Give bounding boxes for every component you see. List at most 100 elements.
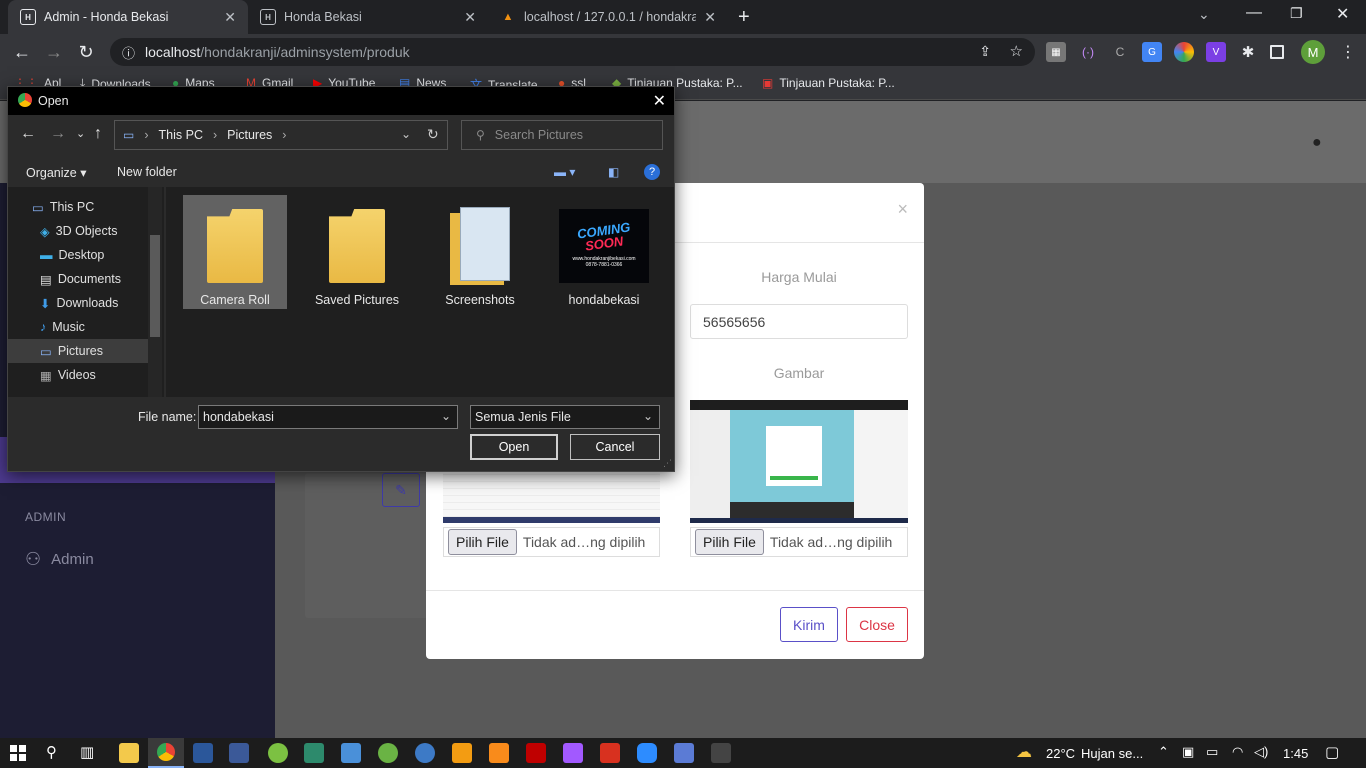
nav-item-desktop[interactable]: ▬ Desktop: [8, 243, 148, 267]
file-type-select[interactable]: Semua Jenis File ⌄: [470, 405, 660, 429]
scrollbar-thumb[interactable]: [150, 235, 160, 337]
word-icon[interactable]: [193, 743, 213, 763]
extension-icon[interactable]: V: [1206, 42, 1226, 62]
nav-item-3d-objects[interactable]: ◈ 3D Objects: [8, 219, 148, 243]
sublime-icon[interactable]: [489, 743, 509, 763]
dialog-back-icon[interactable]: ←: [20, 125, 36, 143]
file-explorer-icon[interactable]: [119, 743, 139, 763]
folder-saved-pictures[interactable]: Saved Pictures: [305, 195, 409, 309]
extension-icon[interactable]: (·): [1078, 42, 1098, 62]
battery-icon[interactable]: ▭: [1206, 744, 1218, 760]
modal-close-x[interactable]: ×: [897, 199, 908, 220]
notification-icon[interactable]: ▢: [1325, 743, 1339, 761]
breadcrumb-this-pc[interactable]: This PC: [159, 128, 203, 142]
search-icon[interactable]: ⚲: [46, 743, 57, 761]
folder-screenshots[interactable]: Screenshots: [428, 195, 532, 309]
share-icon[interactable]: ⇪: [979, 43, 991, 60]
task-view-icon[interactable]: ▥: [80, 743, 94, 761]
nav-item-documents[interactable]: ▤ Documents: [8, 267, 148, 291]
close-button[interactable]: Close: [846, 607, 908, 642]
close-window-icon[interactable]: ✕: [1336, 4, 1349, 24]
tray-chevron-icon[interactable]: ⌃: [1158, 744, 1169, 760]
site-info-icon[interactable]: ⓘ: [122, 43, 135, 62]
view-options-icon[interactable]: ▬ ▾: [554, 165, 575, 179]
app-icon[interactable]: [268, 743, 288, 763]
app-icon[interactable]: [378, 743, 398, 763]
back-icon[interactable]: ←: [8, 34, 36, 70]
close-tab-icon[interactable]: ✕: [224, 9, 236, 26]
weather-icon[interactable]: ☁: [1016, 742, 1032, 762]
avatar[interactable]: M: [1301, 40, 1325, 64]
zoom-icon[interactable]: [637, 743, 657, 763]
file-hondabekasi[interactable]: COMING SOON www.hondakranjibekasi.com 08…: [552, 195, 656, 309]
puzzle-icon[interactable]: ✱: [1238, 42, 1258, 62]
cancel-button[interactable]: Cancel: [570, 434, 660, 460]
edit-icon[interactable]: ✎: [382, 473, 420, 507]
pilih-file-button[interactable]: Pilih File: [448, 529, 517, 555]
clock[interactable]: 1:45: [1283, 746, 1308, 761]
nav-item-videos[interactable]: ▦ Videos: [8, 363, 148, 387]
app-icon[interactable]: [674, 743, 694, 763]
help-icon[interactable]: ?: [644, 164, 660, 180]
close-tab-icon[interactable]: ✕: [464, 9, 476, 26]
chevron-down-icon[interactable]: ⌄: [441, 409, 451, 423]
dropdown-icon[interactable]: ⌄: [401, 127, 411, 141]
app-icon[interactable]: [304, 743, 324, 763]
wifi-icon[interactable]: ◠: [1232, 744, 1243, 760]
tab-phpmyadmin[interactable]: ▲ localhost / 127.0.0.1 / hondakranji ✕: [488, 0, 728, 34]
recent-locations-icon[interactable]: ⌄: [76, 127, 85, 140]
minimize-icon[interactable]: —: [1246, 4, 1262, 22]
address-breadcrumb[interactable]: ▭ › This PC › Pictures › ⌄ ↻: [114, 120, 448, 150]
preview-pane-icon[interactable]: ◧: [608, 165, 619, 179]
volume-icon[interactable]: ◁): [1254, 744, 1268, 760]
calendar-icon[interactable]: [600, 743, 620, 763]
new-folder-button[interactable]: New folder: [117, 165, 177, 179]
app-icon[interactable]: [341, 743, 361, 763]
breadcrumb-pictures[interactable]: Pictures: [227, 128, 272, 142]
harga-input[interactable]: 56565656: [690, 304, 908, 339]
restore-icon[interactable]: ❐: [1290, 5, 1303, 22]
extension-icon[interactable]: C: [1110, 42, 1130, 62]
resize-grip-icon[interactable]: ⋰: [663, 458, 672, 469]
nav-item-downloads[interactable]: ⬇ Downloads: [8, 291, 148, 315]
menu-dots-icon[interactable]: ⋮: [1338, 42, 1358, 62]
nav-item-music[interactable]: ♪ Music: [8, 315, 148, 339]
extension-icon[interactable]: ▦: [1046, 42, 1066, 62]
nav-item-this-pc[interactable]: ▭ This PC: [8, 195, 148, 219]
filezilla-icon[interactable]: [526, 743, 546, 763]
file-name-input[interactable]: hondabekasi ⌄: [198, 405, 458, 429]
bookmark-item[interactable]: ▣ Tinjauan Pustaka: P...: [762, 76, 895, 90]
tab-search-icon[interactable]: ⌄: [1198, 6, 1210, 23]
user-profile-icon[interactable]: ●: [1312, 134, 1322, 152]
windows-start-icon[interactable]: [10, 745, 26, 761]
file-input-2[interactable]: Pilih File Tidak ad…ng dipilih: [690, 527, 908, 557]
organize-button[interactable]: Organize ▾: [26, 165, 86, 180]
chrome-taskbar-active[interactable]: [148, 738, 184, 768]
forward-icon[interactable]: →: [40, 34, 68, 70]
meet-icon[interactable]: ▣: [1182, 744, 1194, 760]
up-folder-icon[interactable]: ↑: [94, 125, 102, 143]
tab-honda-bekasi[interactable]: H Honda Bekasi ✕: [248, 0, 488, 34]
xampp-icon[interactable]: [452, 743, 472, 763]
file-input-1[interactable]: Pilih File Tidak ad…ng dipilih: [443, 527, 660, 557]
reload-icon[interactable]: ↻: [72, 34, 100, 70]
weather-widget[interactable]: 22°C Hujan se...: [1046, 746, 1143, 761]
chevron-down-icon[interactable]: ⌄: [643, 409, 653, 423]
app-icon[interactable]: [229, 743, 249, 763]
folder-camera-roll[interactable]: Camera Roll: [183, 195, 287, 309]
refresh-icon[interactable]: ↻: [427, 126, 439, 143]
pilih-file-button[interactable]: Pilih File: [695, 529, 764, 555]
kirim-button[interactable]: Kirim: [780, 607, 838, 642]
bookmark-star-icon[interactable]: ☆: [1010, 42, 1023, 60]
translate-extension-icon[interactable]: G: [1142, 42, 1162, 62]
open-button[interactable]: Open: [470, 434, 558, 460]
figma-icon[interactable]: [563, 743, 583, 763]
app-icon[interactable]: [415, 743, 435, 763]
side-panel-icon[interactable]: [1270, 45, 1284, 59]
search-input[interactable]: ⚲ Search Pictures: [461, 120, 663, 150]
dialog-close-icon[interactable]: ✕: [653, 91, 666, 111]
nav-item-pictures[interactable]: ▭ Pictures: [8, 339, 148, 363]
color-extension-icon[interactable]: [1174, 42, 1194, 62]
app-icon[interactable]: [711, 743, 731, 763]
tab-admin-honda[interactable]: H Admin - Honda Bekasi ✕: [8, 0, 248, 34]
